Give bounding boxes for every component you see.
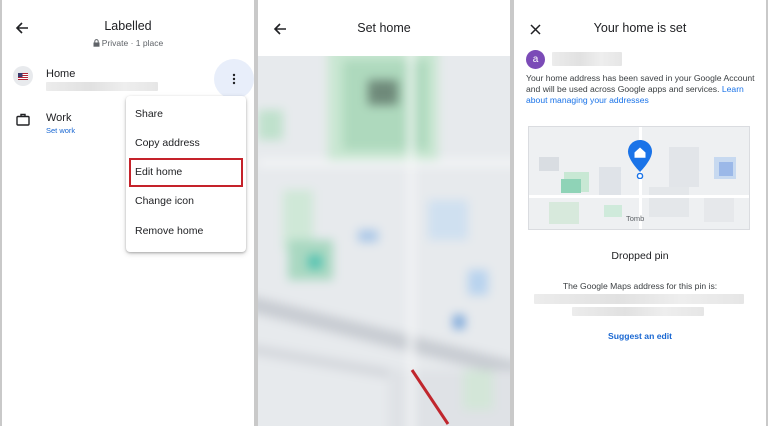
message-text: Your home address has been saved in your… bbox=[526, 73, 755, 94]
set-home-title: Set home bbox=[357, 21, 411, 35]
more-vert-icon bbox=[232, 73, 236, 85]
home-flag-icon bbox=[13, 66, 33, 86]
map-place-label: Tomb bbox=[626, 214, 645, 223]
home-label[interactable]: Home bbox=[46, 68, 75, 80]
set-work-link[interactable]: Set work bbox=[46, 126, 75, 135]
avatar: a bbox=[526, 50, 545, 69]
address-line-1-redacted bbox=[534, 294, 744, 304]
briefcase-icon bbox=[16, 113, 30, 131]
home-options-menu: Share Copy address Edit home Change icon… bbox=[126, 96, 246, 252]
home-set-title: Your home is set bbox=[593, 21, 687, 35]
saved-list-panel: Labelled Private · 1 place Home Work Set… bbox=[2, 0, 254, 426]
dropped-pin-label: Dropped pin bbox=[611, 250, 669, 262]
page-title: Labelled bbox=[104, 19, 152, 33]
annotation-arrow-icon bbox=[410, 369, 450, 425]
page-subtitle: Private · 1 place bbox=[2, 38, 254, 48]
confirmation-message: Your home address has been saved in your… bbox=[526, 73, 756, 106]
map-view[interactable] bbox=[258, 40, 510, 426]
account-name-redacted bbox=[552, 52, 622, 66]
suggest-edit-link[interactable]: Suggest an edit bbox=[514, 331, 766, 341]
menu-item-copy-address[interactable]: Copy address bbox=[126, 129, 246, 158]
set-home-panel: Set home bbox=[258, 0, 510, 426]
subtitle-text: Private · 1 place bbox=[101, 38, 164, 48]
set-home-header: Set home bbox=[258, 0, 510, 56]
address-line-2-redacted bbox=[572, 307, 704, 316]
address-heading: The Google Maps address for this pin is: bbox=[562, 281, 718, 291]
more-options-button[interactable] bbox=[214, 59, 254, 99]
home-set-panel: Your home is set a Your home address has… bbox=[514, 0, 766, 426]
menu-item-share[interactable]: Share bbox=[126, 100, 246, 129]
work-label[interactable]: Work bbox=[46, 112, 71, 124]
menu-item-remove-home[interactable]: Remove home bbox=[126, 217, 246, 246]
menu-item-edit-home[interactable]: Edit home bbox=[129, 158, 243, 187]
home-address-redacted bbox=[46, 82, 158, 91]
lock-icon bbox=[93, 39, 100, 47]
home-pin-icon bbox=[628, 140, 652, 179]
menu-item-change-icon[interactable]: Change icon bbox=[126, 187, 246, 216]
home-location-map[interactable]: Tomb bbox=[528, 126, 750, 230]
